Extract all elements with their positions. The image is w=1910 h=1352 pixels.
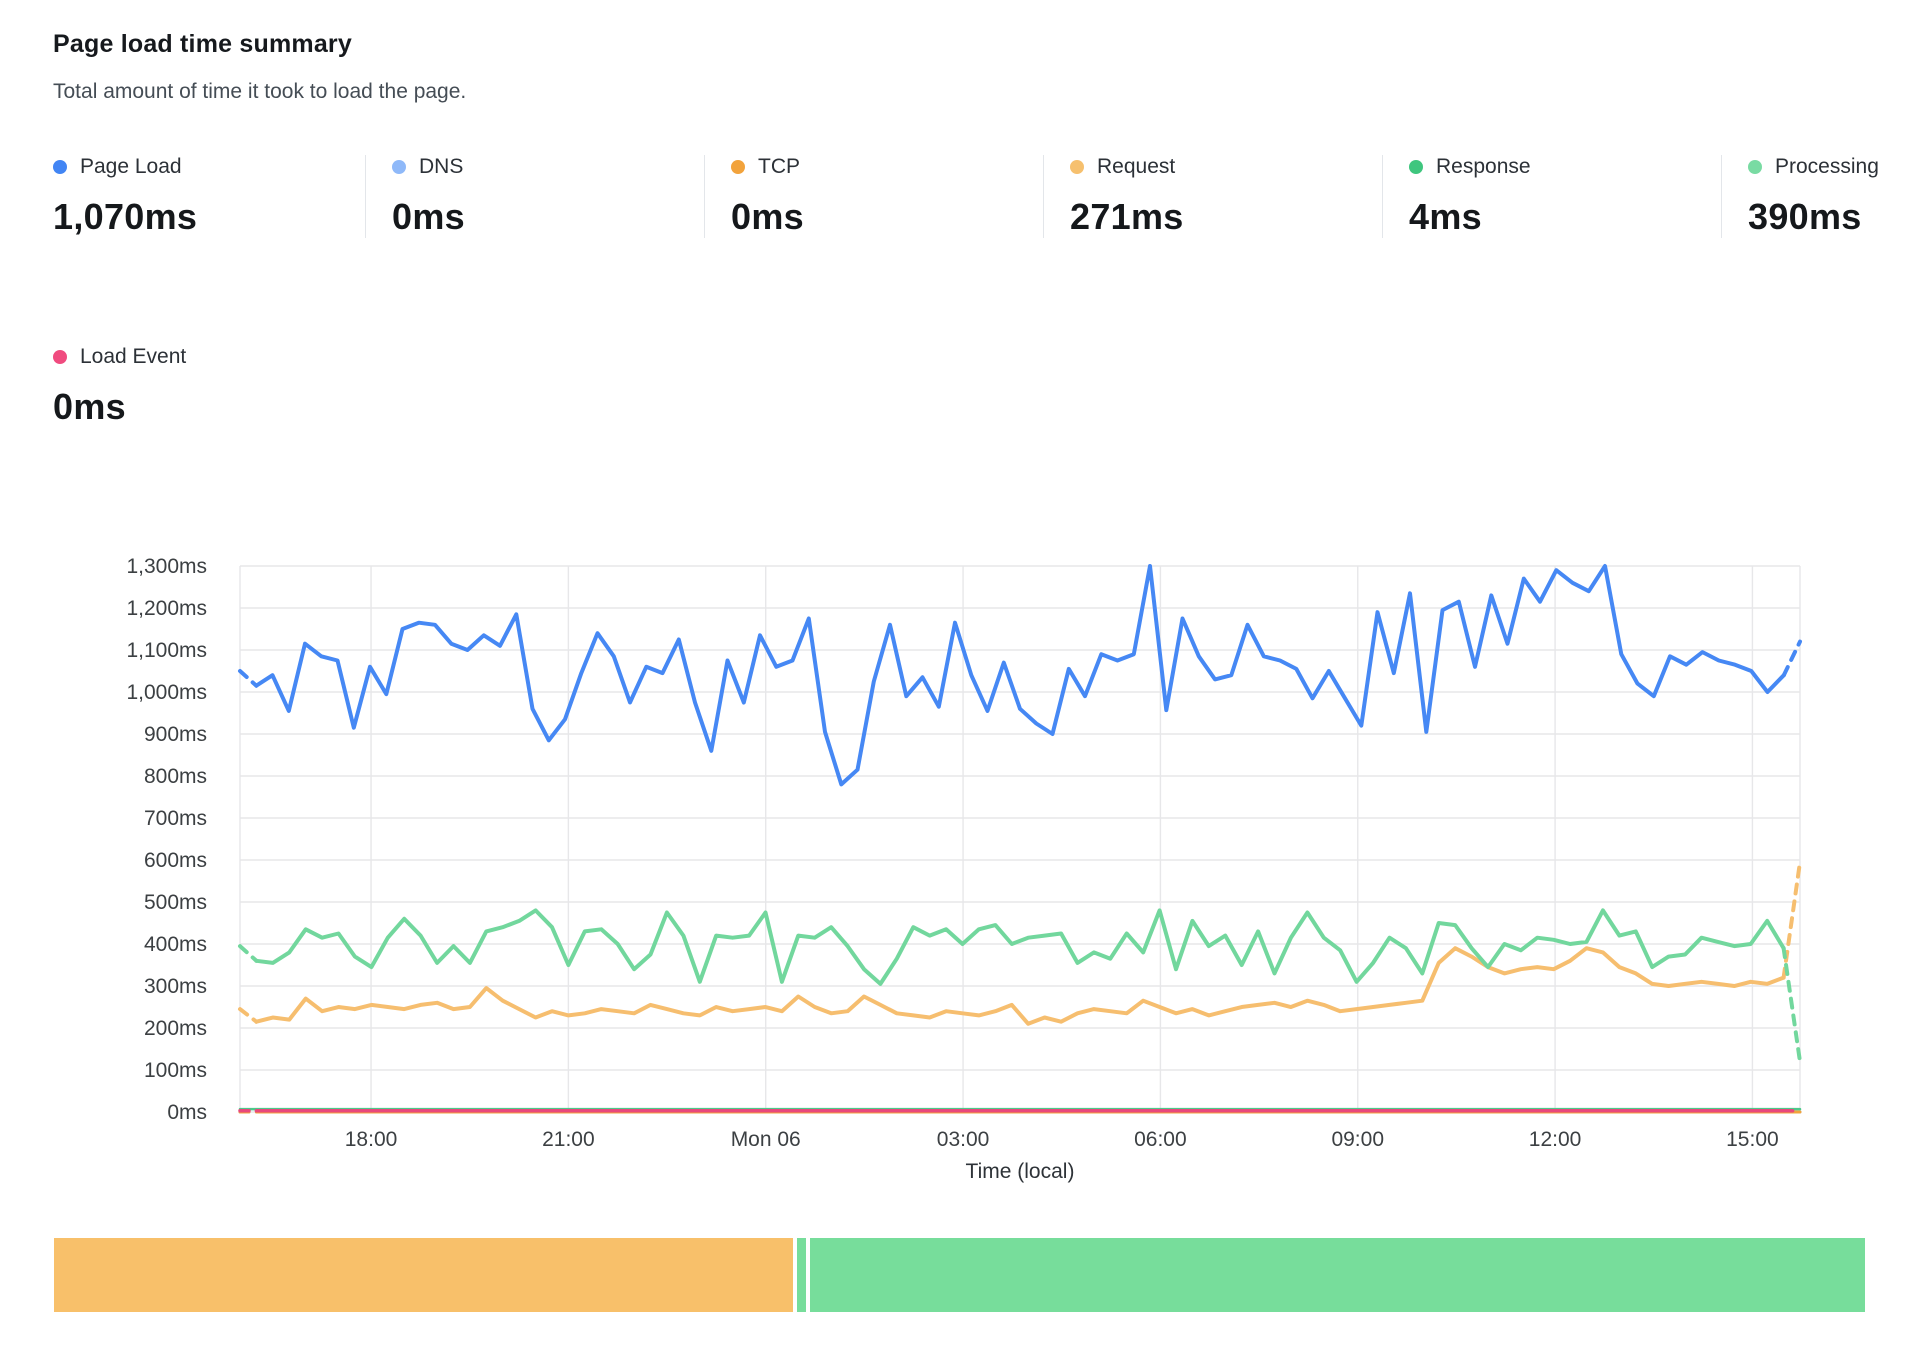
- x-tick-label: 12:00: [1529, 1128, 1582, 1151]
- y-tick-label: 1,300ms: [126, 555, 207, 578]
- y-tick-label: 600ms: [144, 849, 207, 872]
- series-processing: [1784, 948, 1800, 1061]
- metric-value: 0ms: [53, 386, 346, 428]
- y-tick-label: 0ms: [167, 1101, 207, 1124]
- page-subtitle: Total amount of time it took to load the…: [53, 80, 466, 104]
- x-tick-label: 09:00: [1331, 1128, 1384, 1151]
- card-header: Page load time summary Total amount of t…: [53, 30, 466, 104]
- y-tick-label: 400ms: [144, 933, 207, 956]
- legend-item-load-event[interactable]: Load Event 0ms: [53, 345, 366, 428]
- y-tick-label: 1,100ms: [126, 639, 207, 662]
- y-tick-label: 800ms: [144, 765, 207, 788]
- series-processing: [240, 946, 256, 961]
- load-event-dot-icon: [53, 350, 67, 364]
- y-tick-label: 100ms: [144, 1059, 207, 1082]
- legend-item-processing[interactable]: Processing 390ms: [1748, 155, 1910, 238]
- series-page-load: [1784, 642, 1800, 676]
- y-tick-label: 200ms: [144, 1017, 207, 1040]
- y-tick-label: 900ms: [144, 723, 207, 746]
- series-request: [1784, 862, 1800, 978]
- x-tick-label: 18:00: [345, 1128, 398, 1151]
- series-page-load: [240, 671, 256, 686]
- legend-item-page-load[interactable]: Page Load 1,070ms: [53, 155, 366, 238]
- series-request: [240, 1009, 256, 1022]
- metric-value: 4ms: [1409, 196, 1701, 238]
- dns-dot-icon: [392, 160, 406, 174]
- status-bar-segment-passing-green-sliver[interactable]: [797, 1238, 806, 1312]
- page-load-time-chart: 0ms 100ms 200ms 300ms 400ms 500ms 600ms 700ms 80…: [0, 440, 1910, 1210]
- x-tick-label: 03:00: [937, 1128, 990, 1151]
- metric-value: 271ms: [1070, 196, 1362, 238]
- metrics-legend-row-2: Load Event 0ms: [53, 345, 392, 428]
- metric-label: DNS: [419, 155, 463, 179]
- page-load-dot-icon: [53, 160, 67, 174]
- status-bar-segment-passing-green[interactable]: [810, 1238, 1865, 1312]
- response-dot-icon: [1409, 160, 1423, 174]
- y-tick-label: 700ms: [144, 807, 207, 830]
- legend-item-response[interactable]: Response 4ms: [1409, 155, 1722, 238]
- status-bar-segment-degraded-orange[interactable]: [54, 1238, 793, 1312]
- legend-item-dns[interactable]: DNS 0ms: [392, 155, 705, 238]
- x-tick-label: 21:00: [542, 1128, 595, 1151]
- legend-item-tcp[interactable]: TCP 0ms: [731, 155, 1044, 238]
- metrics-legend-row: Page Load 1,070ms DNS 0ms TCP 0ms Reques…: [53, 155, 1910, 238]
- y-tick-label: 300ms: [144, 975, 207, 998]
- page-load-summary-card: Page load time summary Total amount of t…: [0, 0, 1910, 1352]
- metric-value: 390ms: [1748, 196, 1910, 238]
- processing-dot-icon: [1748, 160, 1762, 174]
- tcp-dot-icon: [731, 160, 745, 174]
- x-tick-label: 06:00: [1134, 1128, 1187, 1151]
- y-tick-label: 1,200ms: [126, 597, 207, 620]
- x-axis-title: Time (local): [966, 1160, 1075, 1183]
- status-strip: [54, 1238, 1866, 1312]
- metric-label: Response: [1436, 155, 1531, 179]
- legend-item-request[interactable]: Request 271ms: [1070, 155, 1383, 238]
- x-tick-label: Mon 06: [731, 1128, 801, 1151]
- page-title: Page load time summary: [53, 30, 466, 59]
- metric-label: TCP: [758, 155, 800, 179]
- x-tick-label: 15:00: [1726, 1128, 1779, 1151]
- metric-value: 0ms: [731, 196, 1023, 238]
- metric-label: Load Event: [80, 345, 186, 369]
- metric-label: Request: [1097, 155, 1175, 179]
- metric-value: 1,070ms: [53, 196, 345, 238]
- chart-svg: 0ms 100ms 200ms 300ms 400ms 500ms 600ms 700ms 80…: [0, 440, 1910, 1210]
- request-dot-icon: [1070, 160, 1084, 174]
- y-tick-label: 1,000ms: [126, 681, 207, 704]
- metric-label: Processing: [1775, 155, 1879, 179]
- y-tick-label: 500ms: [144, 891, 207, 914]
- metric-value: 0ms: [392, 196, 684, 238]
- metric-label: Page Load: [80, 155, 182, 179]
